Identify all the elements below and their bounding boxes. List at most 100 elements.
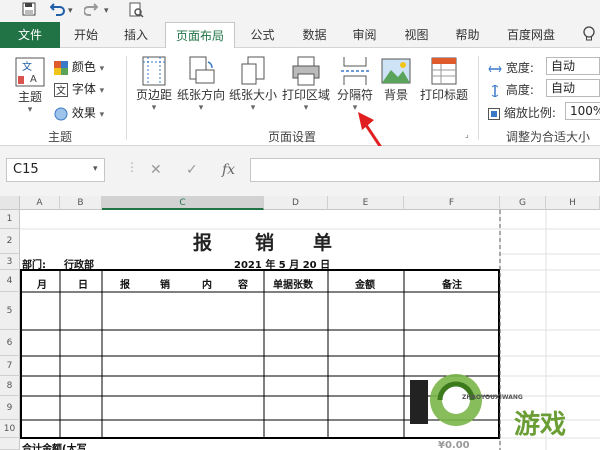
name-box-dropdown-icon[interactable]: ▾ (93, 164, 98, 174)
tab-data[interactable]: 数据 (292, 22, 337, 48)
customize-qa-icon[interactable]: ▾ (104, 6, 109, 16)
watermark-emblem-icon (410, 374, 482, 426)
select-all-corner[interactable] (0, 196, 20, 210)
breaks-button[interactable]: 分隔符 ▾ (334, 56, 376, 113)
tab-insert[interactable]: 插入 (112, 22, 160, 48)
tab-formulas[interactable]: 公式 (240, 22, 285, 48)
margins-button[interactable]: 页边距 ▾ (133, 56, 175, 113)
watermark-subtext: ZHAOYOUXIWANG (462, 394, 523, 401)
scale-input[interactable]: 100% (565, 102, 600, 120)
row-header[interactable]: 6 (0, 330, 20, 356)
header-amount: 金额 (355, 280, 375, 291)
column-header-c[interactable]: C (102, 196, 264, 210)
save-icon[interactable] (22, 2, 36, 20)
svg-text:文: 文 (56, 84, 66, 97)
header-summary-char: 销 (160, 280, 170, 291)
print-preview-icon[interactable] (128, 2, 144, 22)
column-header-d[interactable]: D (264, 196, 328, 210)
breaks-label: 分隔符 (336, 88, 373, 102)
themes-dropdown-icon: ▾ (27, 105, 33, 115)
column-header-f[interactable]: F (404, 196, 500, 210)
height-select[interactable]: 自动 (546, 79, 600, 97)
column-header-b[interactable]: B (60, 196, 102, 210)
print-titles-icon (431, 57, 457, 85)
svg-text:文: 文 (22, 60, 32, 73)
row-header[interactable] (0, 438, 20, 450)
themes-label: 主题 (17, 90, 42, 104)
print-titles-button[interactable]: 打印标题 (416, 56, 472, 103)
row-header[interactable]: 2 (0, 229, 20, 254)
page-setup-launcher-icon[interactable]: ⌟ (465, 130, 469, 139)
effects-icon (54, 107, 68, 120)
themes-icon: 文A (15, 57, 45, 87)
row-header[interactable]: 8 (0, 376, 20, 396)
column-header-e[interactable]: E (328, 196, 404, 210)
colors-button[interactable]: 颜色 ▾ (54, 58, 104, 75)
fonts-button[interactable]: 文 字体 ▾ (54, 80, 104, 97)
width-icon (488, 65, 502, 72)
size-button[interactable]: 纸张大小 ▾ (228, 56, 278, 113)
column-header-g[interactable]: G (500, 196, 546, 210)
redo-icon[interactable] (83, 2, 99, 20)
orientation-button[interactable]: 纸张方向 ▾ (176, 56, 226, 113)
title-char: 报 (193, 232, 213, 254)
tab-home[interactable]: 开始 (62, 22, 110, 48)
tell-me-lightbulb-icon[interactable] (583, 26, 595, 42)
total-label: 合计金额(大写 (22, 444, 87, 450)
width-label: 宽度: (505, 61, 534, 75)
background-button[interactable]: 背景 (378, 56, 414, 103)
scale-label: 缩放比例: (503, 106, 556, 120)
more-options-icon: ⋮ (126, 160, 138, 174)
breaks-icon (341, 57, 369, 85)
effects-button[interactable]: 效果 ▾ (54, 104, 104, 121)
row-header[interactable]: 3 (0, 254, 20, 270)
undo-icon[interactable] (49, 2, 66, 20)
enter-icon[interactable]: ✓ (186, 158, 198, 182)
total-amount: ¥0.00 (438, 440, 470, 450)
ribbon-separator (126, 56, 127, 140)
colors-dropdown-icon: ▾ (99, 64, 105, 74)
height-icon (491, 83, 499, 98)
tab-file[interactable]: 文件 (0, 22, 60, 48)
tab-baidu-netdisk[interactable]: 百度网盘 (498, 22, 564, 48)
header-month: 月 (37, 280, 47, 291)
row-header[interactable]: 1 (0, 210, 20, 229)
title-char: 销 (255, 232, 275, 254)
ribbon-tabs: 文件 开始 插入 页面布局 公式 数据 审阅 视图 帮助 百度网盘 (0, 22, 600, 49)
column-header-a[interactable]: A (20, 196, 60, 210)
size-icon (241, 56, 265, 85)
width-row: 宽度: (488, 59, 534, 76)
group-label-page-setup: 页面设置 (268, 130, 317, 144)
effects-label: 效果 (71, 106, 96, 120)
tab-view[interactable]: 视图 (394, 22, 439, 48)
print-area-button[interactable]: 打印区域 ▾ (280, 56, 332, 113)
undo-dropdown-icon[interactable]: ▾ (68, 6, 73, 16)
tab-review[interactable]: 审阅 (342, 22, 387, 48)
fonts-dropdown-icon: ▾ (99, 86, 105, 96)
insert-function-button[interactable]: fx (222, 158, 235, 182)
tab-help[interactable]: 帮助 (445, 22, 490, 48)
row-header[interactable]: 10 (0, 420, 20, 438)
themes-button[interactable]: 文A 主题 ▾ (10, 56, 50, 115)
row-header[interactable]: 9 (0, 396, 20, 420)
date-value: 2021 年 5 月 20 日 (234, 260, 331, 271)
height-row: 高度: (488, 81, 534, 98)
orientation-dropdown-icon: ▾ (198, 103, 204, 113)
background-label: 背景 (383, 88, 408, 102)
scale-icon (488, 107, 500, 120)
width-select[interactable]: 自动 (546, 57, 600, 75)
row-header[interactable]: 5 (0, 292, 20, 330)
effects-dropdown-icon: ▾ (99, 110, 105, 120)
watermark-logo: 游戏 ZHAOYOUXIWANG (404, 366, 600, 440)
name-box[interactable]: C15 (6, 158, 105, 182)
tab-page-layout[interactable]: 页面布局 (165, 22, 235, 49)
title-bar: ▾ ▾ (0, 0, 600, 22)
row-header[interactable]: 4 (0, 270, 20, 292)
group-label-scale-to-fit: 调整为合适大小 (506, 130, 591, 144)
cancel-icon[interactable]: ✕ (150, 158, 162, 182)
watermark-text: 游戏 (514, 410, 567, 440)
formula-input[interactable] (250, 158, 600, 182)
svg-text:A: A (30, 74, 37, 85)
row-header[interactable]: 7 (0, 356, 20, 376)
column-header-h[interactable]: H (546, 196, 600, 210)
